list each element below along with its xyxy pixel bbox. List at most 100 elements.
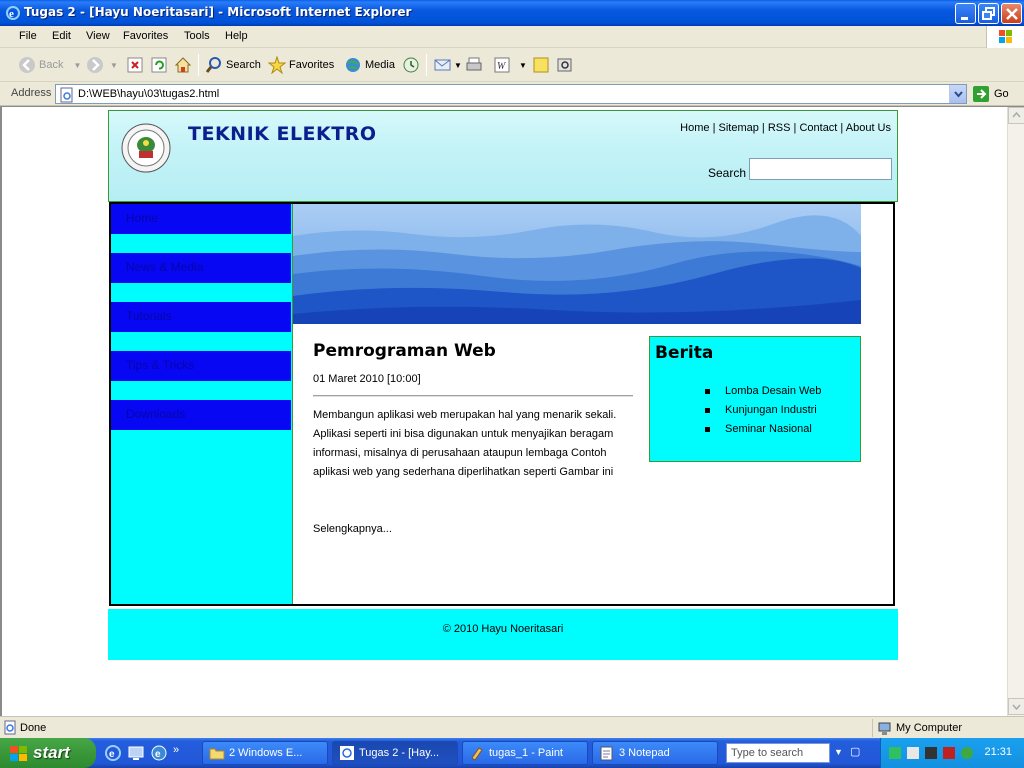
taskbar-search-input[interactable]: Type to search (726, 743, 830, 763)
edit-dropdown-icon: ▼ (519, 60, 527, 70)
menu-favorites[interactable]: Favorites (123, 30, 168, 42)
vertical-scrollbar[interactable] (1007, 107, 1024, 716)
media-button[interactable]: Media (344, 55, 395, 75)
system-tray: 21:31 (880, 738, 1024, 768)
university-logo (121, 123, 171, 173)
search-dropdown-icon[interactable]: ▼ (834, 747, 843, 757)
restore-button[interactable] (978, 3, 999, 24)
close-button[interactable] (1001, 3, 1022, 24)
edit-word-button[interactable]: W ▼ (493, 55, 527, 75)
status-bar: Done My Computer (0, 716, 1024, 738)
news-item[interactable]: Kunjungan Industri (705, 401, 821, 420)
top-link-sitemap[interactable]: Sitemap (719, 122, 759, 134)
forward-dropdown-icon: ▼ (110, 60, 118, 70)
news-box: Berita Lomba Desain Web Kunjungan Indust… (649, 336, 861, 462)
refresh-icon (151, 57, 167, 73)
address-input[interactable]: D:\WEB\hayu\03\tugas2.html (55, 84, 967, 104)
nav-item-home[interactable]: Home (111, 204, 291, 234)
article-title: Pemrograman Web (313, 341, 496, 361)
news-item[interactable]: Seminar Nasional (705, 420, 821, 439)
top-link-rss[interactable]: RSS (768, 122, 791, 134)
security-zone: My Computer (872, 719, 1022, 737)
read-more-link[interactable]: Selengkapnya... (313, 523, 392, 535)
history-button[interactable] (402, 55, 420, 75)
sidebar: Home News & Media Tutorials Tips & Trick… (111, 204, 293, 604)
quick-launch: e e » (104, 744, 179, 762)
favorites-button[interactable]: Favorites (268, 55, 334, 75)
mail-icon (434, 59, 451, 71)
desktop-toggle-icon[interactable]: ▢ (850, 745, 860, 758)
mail-button[interactable]: ▼ (434, 55, 462, 75)
article-body: Membangun aplikasi web merupakan hal yan… (313, 409, 617, 478)
task-notepad[interactable]: 3 Notepad (592, 741, 718, 765)
top-links: Home | Sitemap | RSS | Contact | About U… (680, 122, 891, 134)
toolbar: Back ▼ ▼ Search Favorites Media ▼ W ▼ (0, 48, 1024, 82)
stop-button[interactable] (126, 55, 144, 75)
news-title: Berita (655, 343, 714, 363)
top-link-home[interactable]: Home (680, 122, 709, 134)
browser-viewport: TEKNIK ELEKTRO Home | Sitemap | RSS | Co… (0, 106, 1024, 716)
news-item[interactable]: Lomba Desain Web (705, 382, 821, 401)
status-text: Done (20, 722, 47, 734)
refresh-button[interactable] (150, 55, 168, 75)
start-button[interactable]: start (0, 738, 96, 768)
menu-edit[interactable]: Edit (52, 30, 71, 42)
scroll-up-button[interactable] (1008, 107, 1024, 124)
task-paint[interactable]: tugas_1 - Paint (462, 741, 588, 765)
go-button[interactable]: Go (972, 85, 1009, 103)
footer-copyright: © 2010 Hayu Noeritasari (442, 623, 564, 635)
top-link-about[interactable]: About Us (846, 122, 891, 134)
article-date: 01 Maret 2010 [10:00] (313, 373, 421, 385)
back-arrow-icon (19, 57, 35, 73)
main-content-frame: Home News & Media Tutorials Tips & Trick… (109, 202, 895, 606)
tray-icons[interactable] (889, 745, 977, 761)
research-button[interactable] (556, 55, 574, 75)
close-icon (1006, 8, 1018, 20)
chevron-right-icon[interactable]: » (173, 744, 179, 762)
nav-item-downloads[interactable]: Downloads (111, 400, 291, 430)
discuss-button[interactable] (532, 55, 550, 75)
back-dropdown-icon: ▼ (73, 60, 82, 70)
forward-arrow-icon (87, 57, 103, 73)
windows-start-icon (10, 746, 27, 761)
menu-help[interactable]: Help (225, 30, 248, 42)
menu-tools[interactable]: Tools (184, 30, 210, 42)
menu-bar: File Edit View Favorites Tools Help (0, 26, 1024, 48)
mail-dropdown-icon: ▼ (454, 60, 462, 70)
computer-icon (878, 722, 891, 735)
address-dropdown-button[interactable] (949, 85, 966, 103)
ie-task-icon (340, 746, 354, 760)
minimize-button[interactable] (955, 3, 976, 24)
windows-flag-icon (986, 26, 1024, 48)
nav-item-tutorials[interactable]: Tutorials (111, 302, 291, 332)
svg-text:e: e (9, 8, 14, 20)
home-button[interactable] (174, 55, 192, 75)
svg-text:e: e (155, 749, 161, 760)
nav-item-tips-tricks[interactable]: Tips & Tricks (111, 351, 291, 381)
page-done-icon (4, 720, 16, 735)
search-input[interactable] (749, 158, 892, 180)
print-button[interactable] (465, 55, 483, 75)
task-windows-explorer[interactable]: 2 Windows E... (202, 741, 328, 765)
home-icon (174, 57, 192, 73)
address-label: Address (11, 87, 52, 99)
menu-view[interactable]: View (86, 30, 110, 42)
scroll-down-button[interactable] (1008, 698, 1024, 715)
forward-button[interactable]: ▼ (86, 55, 118, 75)
nav-item-news-media[interactable]: News & Media (111, 253, 291, 283)
desktop-icon[interactable] (127, 744, 145, 762)
task-internet-explorer[interactable]: Tugas 2 - [Hay... (332, 741, 458, 765)
window-titlebar: e Tugas 2 - [Hayu Noeritasari] - Microso… (0, 0, 1024, 26)
research-icon (557, 58, 572, 72)
menu-file[interactable]: File (19, 30, 37, 42)
back-button[interactable]: Back ▼ (18, 55, 81, 75)
search-button[interactable]: Search (205, 55, 261, 75)
top-link-contact[interactable]: Contact (799, 122, 837, 134)
toolbar-separator (198, 54, 199, 76)
address-url: D:\WEB\hayu\03\tugas2.html (78, 88, 220, 100)
folder-icon (209, 748, 225, 760)
browser-quicklaunch-icon[interactable]: e (150, 744, 168, 762)
site-header: TEKNIK ELEKTRO Home | Sitemap | RSS | Co… (108, 110, 898, 202)
history-icon (403, 57, 419, 73)
ie-quicklaunch-icon[interactable]: e (104, 744, 122, 762)
